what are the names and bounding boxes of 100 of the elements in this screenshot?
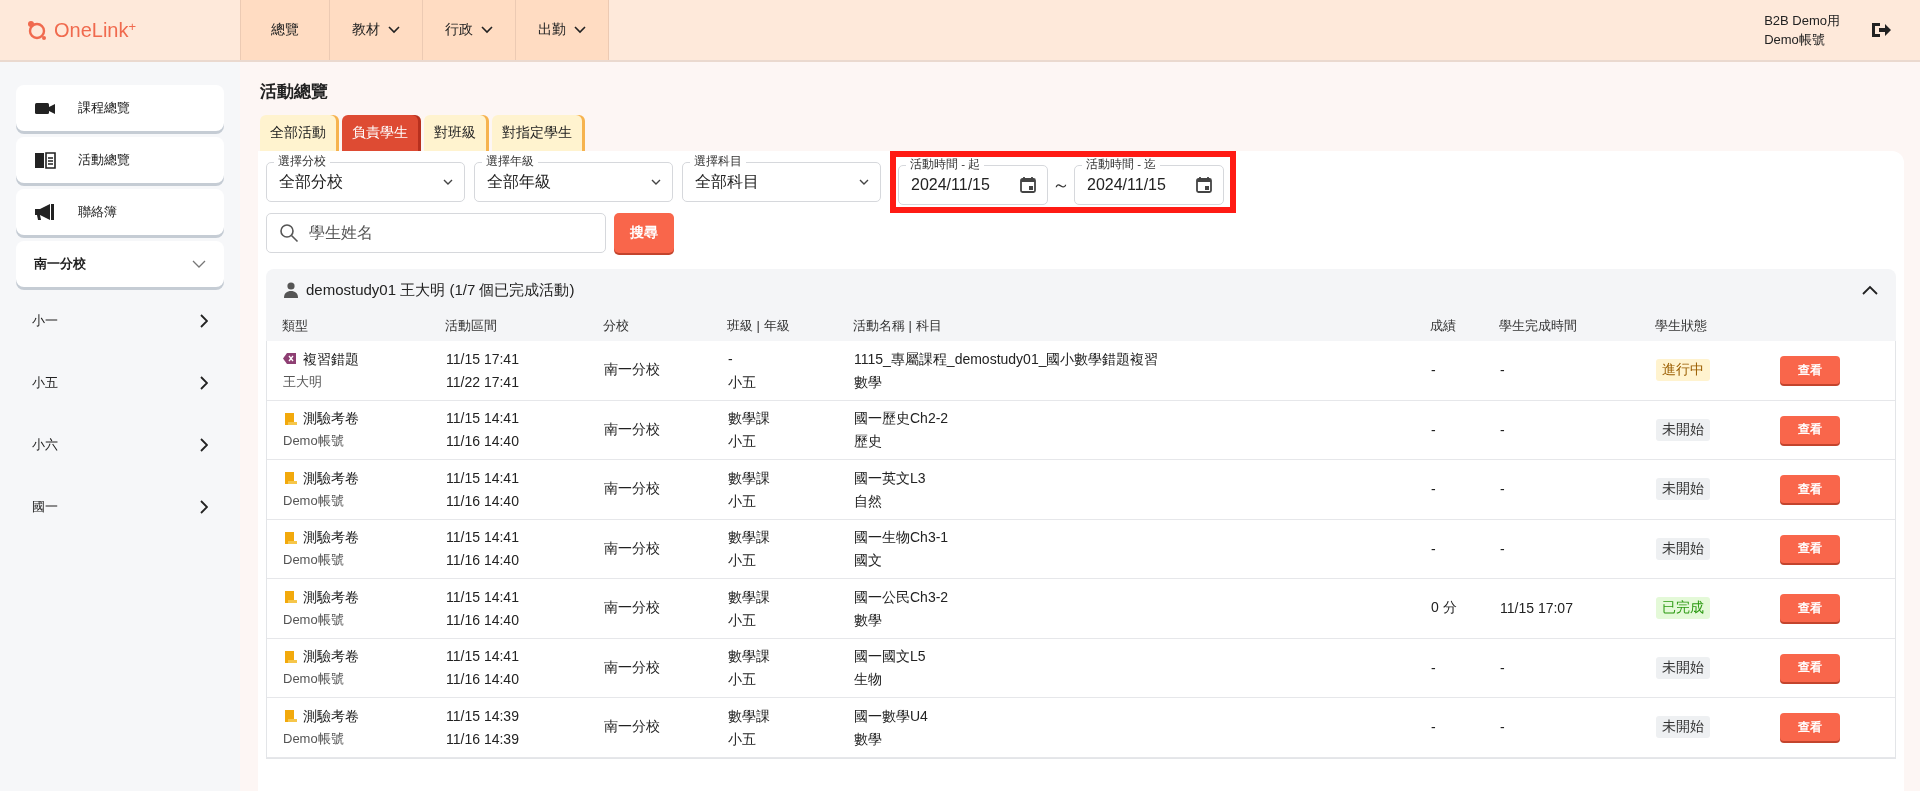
caret-icon <box>650 178 662 186</box>
megaphone-icon <box>34 203 56 221</box>
activity-name: 1115_專屬課程_demostudy01_國小數學錯題複習 <box>854 349 1160 369</box>
status-badge: 進行中 <box>1656 359 1710 382</box>
eraser-icon <box>283 352 297 366</box>
owner-name: Demo帳號 <box>283 551 345 570</box>
subject-name: 數學 <box>854 729 883 749</box>
logout-icon <box>1870 20 1892 40</box>
sidebar-item[interactable]: 國一 <box>16 479 224 535</box>
tilde-separator: ～ <box>1052 174 1070 197</box>
end-time: 11/22 17:41 <box>446 372 520 392</box>
activity-type: 測驗考卷 <box>303 706 359 726</box>
score-cell-text: - <box>1431 421 1437 438</box>
grade-level: 小五 <box>728 551 757 571</box>
branch-cell-text: 南一分校 <box>604 420 661 439</box>
column-header: 活動區間 <box>445 317 498 335</box>
caret-icon <box>858 178 870 186</box>
owner-name: Demo帳號 <box>283 610 345 629</box>
grade-level: 小五 <box>728 432 757 452</box>
sidebar-item[interactable]: 小一 <box>16 293 224 349</box>
branch-cell-text: 南一分校 <box>604 480 661 499</box>
class-name: 數學課 <box>728 706 771 726</box>
grade-level: 小五 <box>728 670 757 690</box>
end-time: 11/16 14:40 <box>446 670 520 690</box>
nav-menu-item[interactable]: 總覽 <box>240 0 330 60</box>
end-time: 11/16 14:40 <box>446 432 520 452</box>
score-cell-text: - <box>1431 659 1437 676</box>
score-cell-text: - <box>1431 719 1437 736</box>
calendar-icon <box>1195 176 1213 194</box>
owner-name: Demo帳號 <box>283 491 345 510</box>
sidebar-item[interactable]: 小五 <box>16 355 224 411</box>
branch-cell-text: 南一分校 <box>604 599 661 618</box>
grade-level: 小五 <box>728 491 757 511</box>
caret-icon <box>574 26 586 34</box>
student-group-title: demostudy01 王大明 (1/7 個已完成活動) <box>306 280 576 300</box>
activity-name: 國一公民Ch3-2 <box>854 587 950 607</box>
activity-name: 國一英文L3 <box>854 468 927 488</box>
end-time: 11/16 14:40 <box>446 551 520 571</box>
tab[interactable]: 對指定學生 <box>492 115 582 151</box>
completion-time: 11/15 17:07 <box>1500 600 1574 617</box>
person-icon <box>284 282 298 298</box>
activity-type: 測驗考卷 <box>303 528 359 548</box>
activity-name: 國一歷史Ch2-2 <box>854 409 950 429</box>
score-cell-text: - <box>1431 481 1437 498</box>
caret-icon <box>481 26 493 34</box>
sidebar-item[interactable]: 活動總覽 <box>16 137 224 183</box>
tab[interactable]: 全部活動 <box>260 115 336 151</box>
completion-time: - <box>1500 719 1506 736</box>
grade-level: 小五 <box>728 610 757 630</box>
owner-name: Demo帳號 <box>283 729 345 748</box>
grade-level: 小五 <box>728 372 757 392</box>
collapse-chevron-icon[interactable] <box>1862 285 1878 295</box>
scroll-icon <box>283 709 297 723</box>
completion-time: - <box>1500 421 1506 438</box>
nav-menu-item[interactable]: 出勤 <box>516 0 609 60</box>
scroll-icon <box>283 411 297 425</box>
class-name: 數學課 <box>728 468 771 488</box>
tab[interactable]: 負責學生 <box>342 115 418 151</box>
sidebar-item[interactable]: 課程總覽 <box>16 85 224 131</box>
scroll-icon <box>283 471 297 485</box>
caret-icon <box>388 26 400 34</box>
user-name-text: Demo帳號 <box>1764 31 1826 49</box>
column-header: 班級 | 年級 <box>727 317 791 335</box>
scroll-icon <box>283 649 297 663</box>
start-time: 11/15 14:39 <box>446 706 520 726</box>
status-badge: 未開始 <box>1656 418 1710 441</box>
status-badge: 未開始 <box>1656 478 1710 501</box>
sidebar-item[interactable]: 小六 <box>16 417 224 473</box>
score-cell-text: - <box>1431 362 1437 379</box>
end-time: 11/16 14:40 <box>446 491 520 511</box>
class-name: 數學課 <box>728 528 771 548</box>
subject-name: 自然 <box>854 491 883 511</box>
search-icon <box>279 223 299 243</box>
activity-type: 測驗考卷 <box>303 647 359 667</box>
column-header: 分校 <box>603 317 630 335</box>
nav-menu-item[interactable]: 行政 <box>423 0 516 60</box>
activity-type: 測驗考卷 <box>303 468 359 488</box>
logout-button[interactable] <box>1870 20 1892 40</box>
completion-time: - <box>1500 540 1506 557</box>
start-time: 11/15 14:41 <box>446 468 520 488</box>
scroll-icon <box>283 530 297 544</box>
nav-menu-item[interactable]: 教材 <box>330 0 423 60</box>
owner-name: Demo帳號 <box>283 670 345 689</box>
logo-icon <box>26 20 48 40</box>
score-cell-text: - <box>1431 540 1437 557</box>
branch-cell-text: 南一分校 <box>604 361 661 380</box>
column-header: 學生完成時間 <box>1499 317 1578 335</box>
start-time: 11/15 14:41 <box>446 409 520 429</box>
class-name: 數學課 <box>728 409 771 429</box>
school-dropdown[interactable]: 南一分校 <box>16 241 224 287</box>
owner-name: 王大明 <box>283 372 323 391</box>
end-time: 11/16 14:40 <box>446 610 520 630</box>
class-name: 數學課 <box>728 647 771 667</box>
start-time: 11/15 14:41 <box>446 528 520 548</box>
page-title: 活動總覽 <box>260 81 329 103</box>
class-name: - <box>728 349 734 369</box>
search-field[interactable]: 學生姓名 <box>266 213 606 253</box>
tab[interactable]: 對班級 <box>424 115 486 151</box>
sidebar-item[interactable]: 聯絡簿 <box>16 189 224 235</box>
end-time: 11/16 14:39 <box>446 729 520 749</box>
